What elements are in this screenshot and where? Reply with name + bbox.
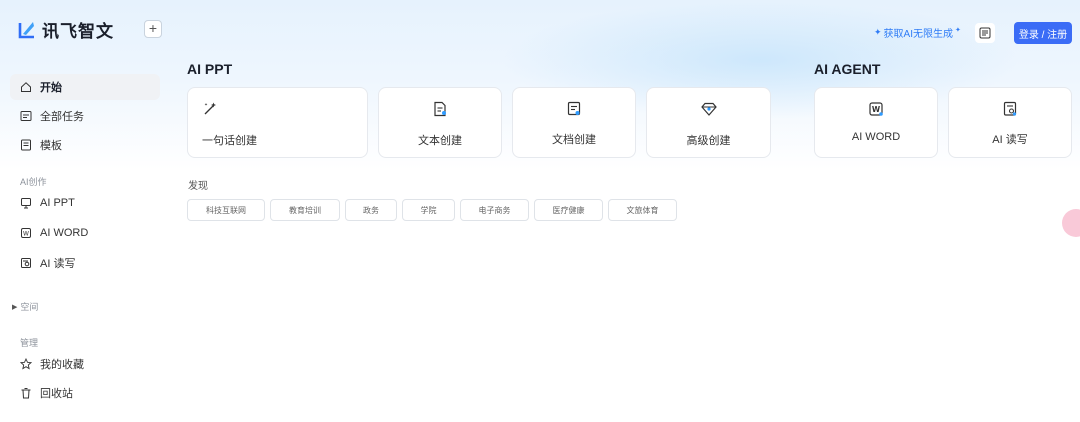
notes-icon xyxy=(979,27,991,39)
card-text-create[interactable]: 文本创建 xyxy=(378,87,502,158)
login-button[interactable]: 登录 / 注册 xyxy=(1014,22,1072,44)
caret-right-icon: ▶ xyxy=(12,303,18,311)
logo[interactable]: 讯飞智文 xyxy=(18,17,114,42)
tag-culture-sports[interactable]: 文旅体育 xyxy=(608,199,677,221)
card-label: 文本创建 xyxy=(418,135,462,147)
card-one-sentence-create[interactable]: 一句话创建 xyxy=(187,87,368,158)
logo-icon xyxy=(18,21,34,38)
card-ai-read-write[interactable]: AI 读写 xyxy=(948,87,1072,158)
word-icon: W xyxy=(21,228,31,238)
card-advanced-create[interactable]: 高级创建 xyxy=(646,87,771,158)
sidebar-item-all-tasks[interactable]: 全部任务 xyxy=(10,103,160,129)
tag-academy[interactable]: 学院 xyxy=(402,199,455,221)
card-label: 一句话创建 xyxy=(202,135,257,147)
discover-label: 发现 xyxy=(188,181,208,192)
ppt-icon xyxy=(21,198,31,209)
sparkle-icon: ✦ xyxy=(874,27,882,37)
floating-assistant-button[interactable] xyxy=(1062,209,1080,237)
top-bar: 讯飞智文 + ✦ 获取AI无限生成 ✦ 登录 / 注册 xyxy=(0,0,1080,62)
tasks-icon xyxy=(20,111,32,121)
svg-text:W: W xyxy=(872,105,881,114)
section-label-manage: 管理 xyxy=(20,338,39,348)
brand-name: 讯飞智文 xyxy=(42,22,114,41)
read-doc-icon xyxy=(1003,101,1017,116)
tag-tech-internet[interactable]: 科技互联网 xyxy=(187,199,265,221)
sidebar-item-favorites[interactable]: 我的收藏 xyxy=(10,351,160,377)
word-doc-icon: W xyxy=(869,102,883,116)
promo-text: 获取AI无限生成 xyxy=(883,29,953,40)
template-icon xyxy=(21,139,31,151)
tag-ecommerce[interactable]: 电子商务 xyxy=(460,199,529,221)
tag-education[interactable]: 教育培训 xyxy=(270,199,340,221)
sidebar-item-ai-ppt[interactable]: AI PPT xyxy=(10,190,160,216)
trash-icon xyxy=(21,388,31,399)
read-write-icon xyxy=(21,258,31,268)
ai-ppt-heading: AI PPT xyxy=(187,61,233,77)
section-label-ai: AI创作 xyxy=(20,177,47,187)
sidebar-item-label: 全部任务 xyxy=(40,111,84,123)
magic-wand-icon xyxy=(204,102,216,115)
notes-button[interactable] xyxy=(975,23,995,43)
tag-government[interactable]: 政务 xyxy=(345,199,397,221)
sidebar-item-label: AI PPT xyxy=(40,197,75,209)
card-label: AI WORD xyxy=(851,131,901,143)
sidebar-item-label: AI 读写 xyxy=(40,258,76,270)
card-label: 文档创建 xyxy=(552,134,596,146)
space-label: 空间 xyxy=(20,302,39,312)
sidebar-item-ai-word[interactable]: W AI WORD xyxy=(10,220,160,246)
home-icon xyxy=(21,82,31,92)
new-button[interactable]: + xyxy=(144,20,162,38)
sidebar-item-label: 开始 xyxy=(40,82,62,94)
sidebar-item-label: 模板 xyxy=(40,140,62,152)
doc-upload-icon xyxy=(567,101,581,116)
ai-agent-heading: AI AGENT xyxy=(814,61,881,77)
sidebar-item-templates[interactable]: 模板 xyxy=(10,132,160,158)
svg-text:W: W xyxy=(23,230,29,237)
sidebar-item-ai-read-write[interactable]: AI 读写 xyxy=(10,250,160,276)
card-doc-create[interactable]: 文档创建 xyxy=(512,87,636,158)
tag-healthcare[interactable]: 医疗健康 xyxy=(534,199,603,221)
card-ai-word[interactable]: W AI WORD xyxy=(814,87,938,158)
sidebar-item-trash[interactable]: 回收站 xyxy=(10,380,160,406)
sidebar-item-label: 我的收藏 xyxy=(40,359,84,371)
promo-link[interactable]: ✦ 获取AI无限生成 ✦ xyxy=(874,25,961,41)
sidebar-space-toggle[interactable]: ▶ 空间 xyxy=(12,300,38,313)
sidebar-item-label: AI WORD xyxy=(40,227,89,239)
card-label: 高级创建 xyxy=(686,135,731,147)
diamond-icon xyxy=(700,102,717,116)
star-icon xyxy=(20,358,32,370)
card-label: AI 读写 xyxy=(992,134,1028,146)
sidebar-item-label: 回收站 xyxy=(40,388,73,400)
sparkle-small-icon: ✦ xyxy=(955,26,961,34)
sidebar-item-start[interactable]: 开始 xyxy=(10,74,160,100)
text-doc-icon xyxy=(434,101,446,117)
